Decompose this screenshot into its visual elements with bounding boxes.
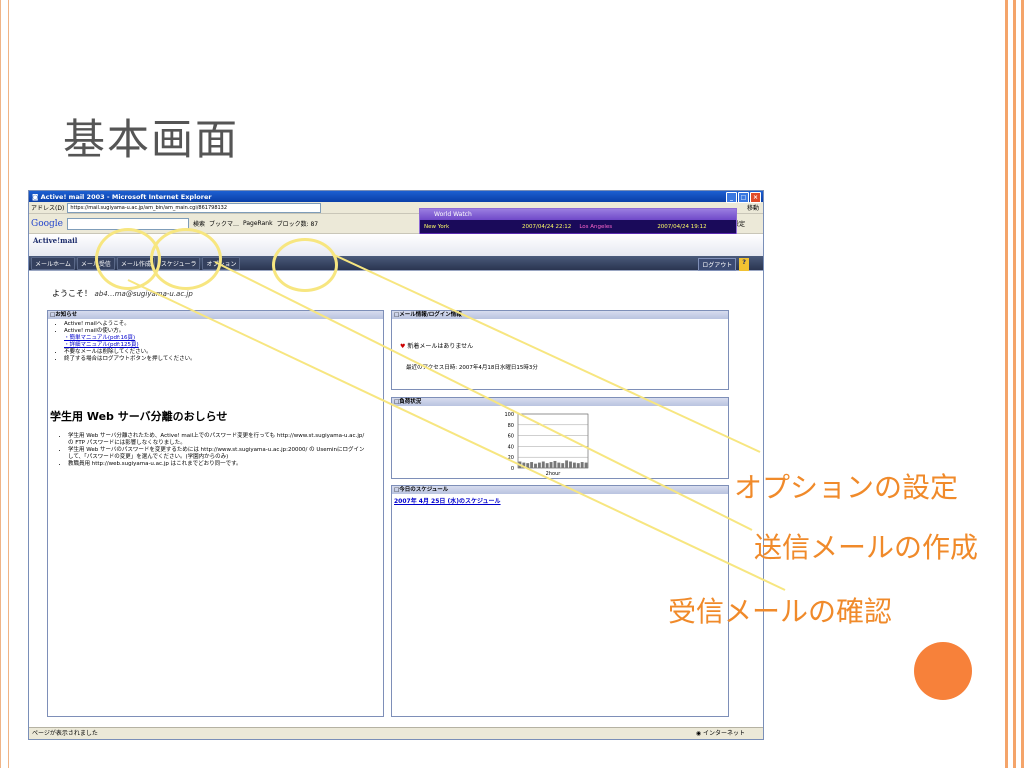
decorative-orange-dot (914, 642, 972, 700)
callout-lines (127, 253, 786, 591)
callout-compose: 送信メールの作成 (754, 531, 979, 564)
callout-inbox: 受信メールの確認 (668, 595, 893, 628)
callout-option: オプションの設定 (734, 471, 959, 504)
callout-line-compose (214, 261, 753, 531)
callout-line-inbox (127, 279, 786, 591)
